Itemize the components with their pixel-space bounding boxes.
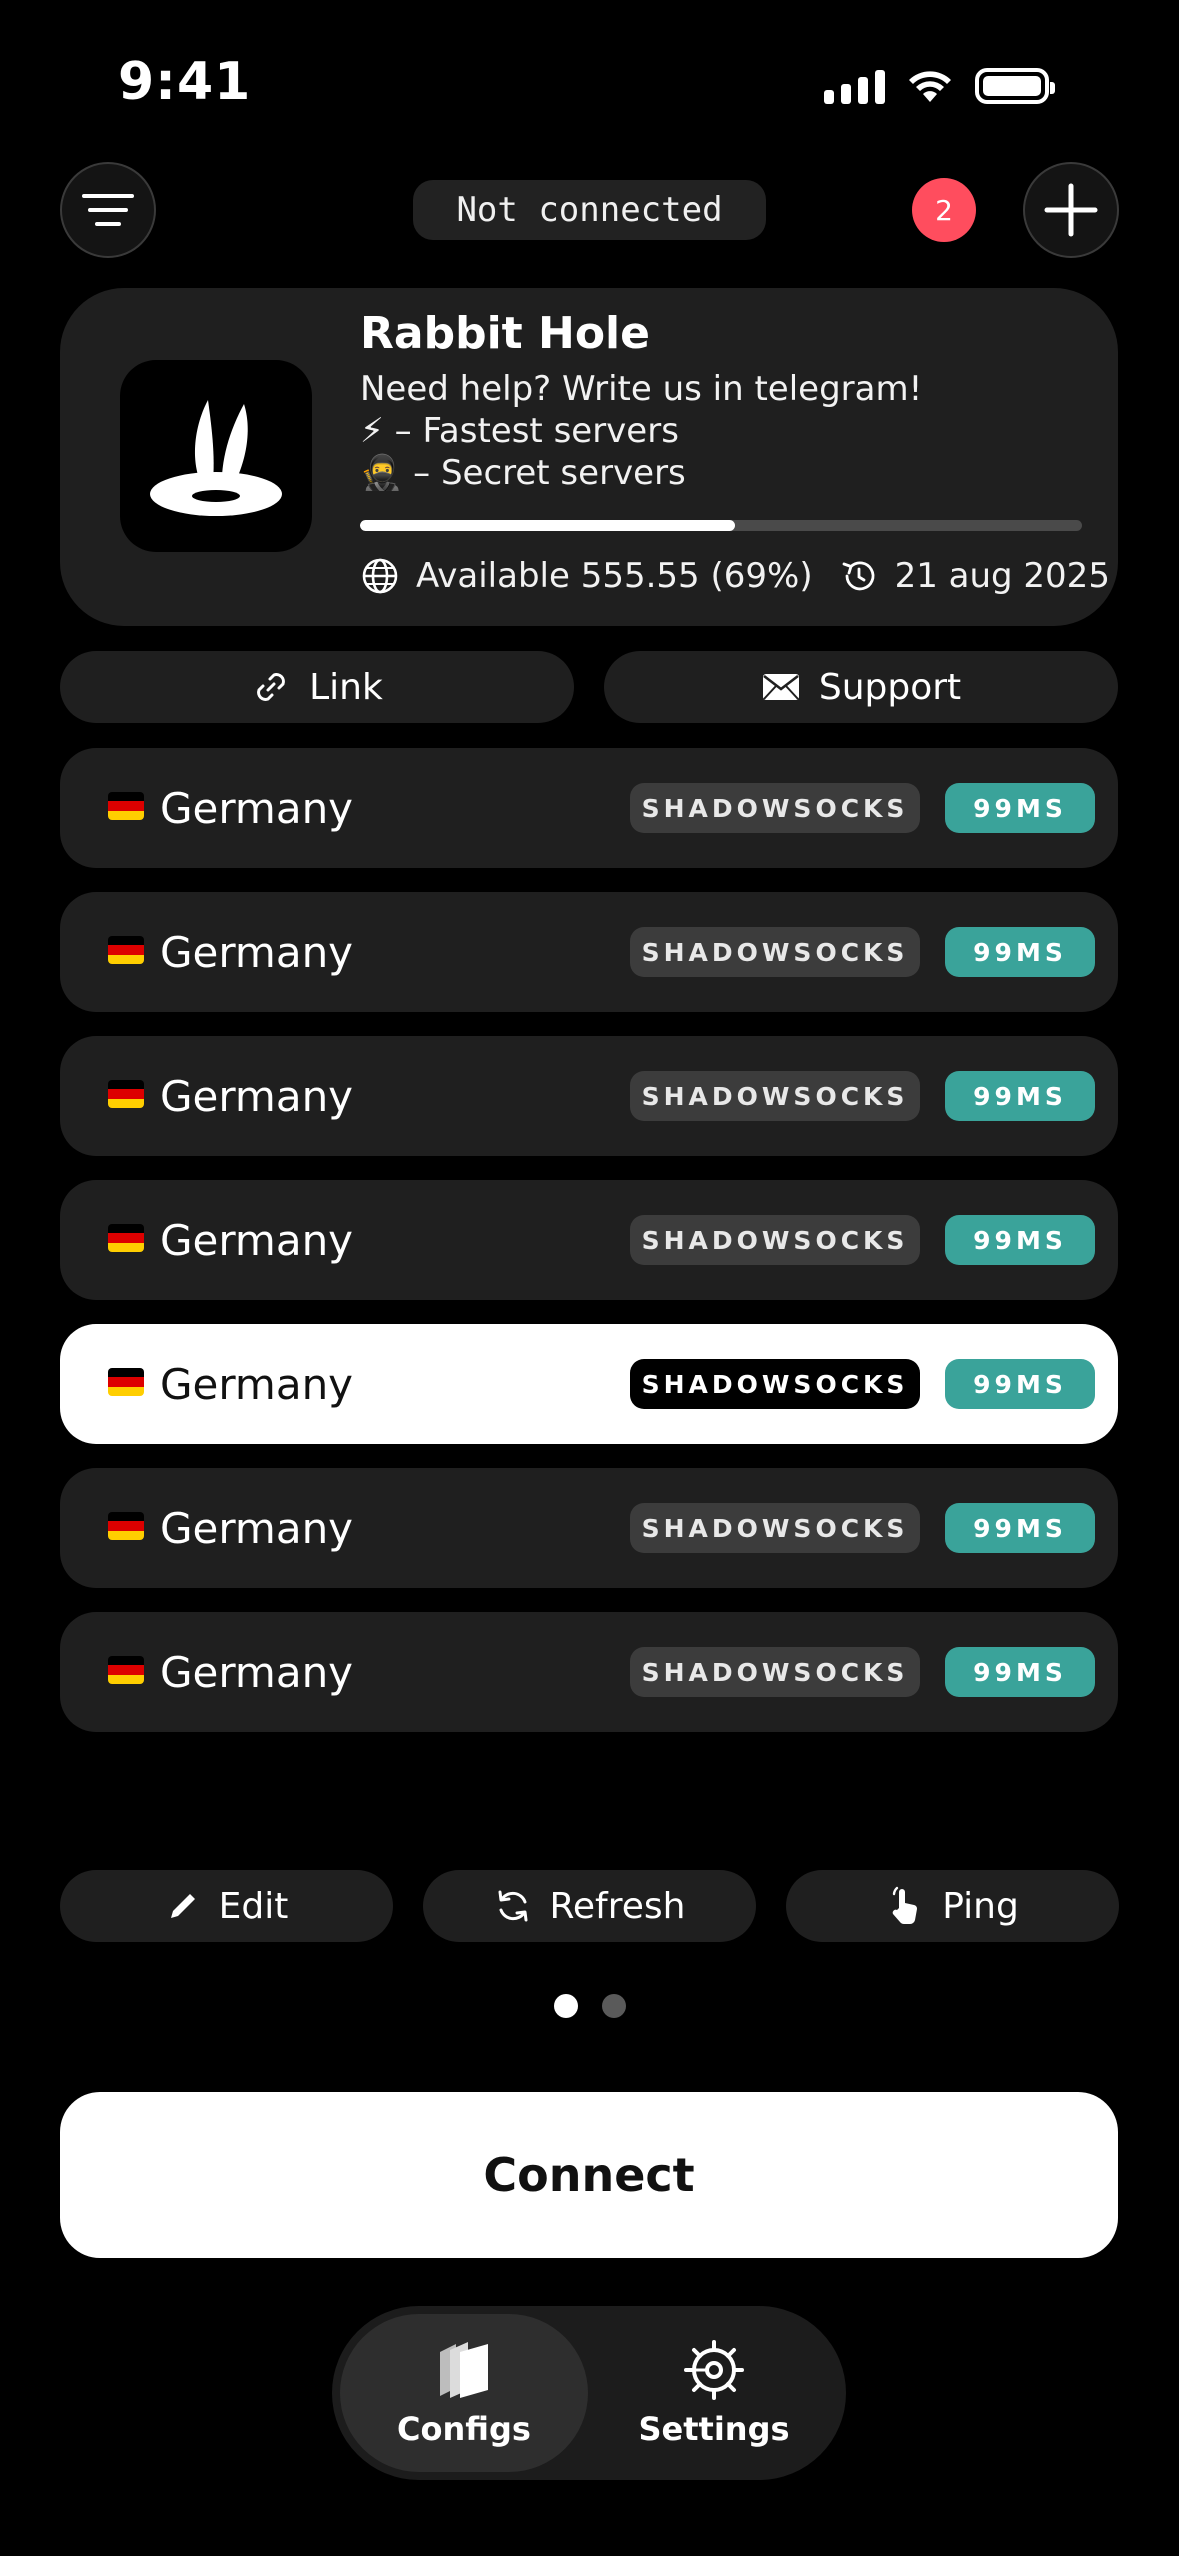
germany-flag-icon: [108, 1368, 144, 1396]
refresh-icon: [498, 1890, 528, 1922]
germany-flag-icon: [108, 1512, 144, 1540]
protocol-badge: SHADOWSOCKS: [630, 783, 920, 833]
connection-status: Not connected: [413, 180, 766, 240]
fastest-servers-line: ⚡ – Fastest servers: [360, 411, 679, 451]
available-traffic: Available 555.55 (69%): [416, 556, 813, 596]
edit-label: Edit: [218, 1885, 289, 1927]
tab-settings-label: Settings: [638, 2410, 790, 2448]
server-row[interactable]: Germany SHADOWSOCKS 99MS: [60, 1324, 1118, 1444]
support-button[interactable]: Support: [604, 651, 1118, 723]
link-button[interactable]: Link: [60, 651, 574, 723]
germany-flag-icon: [108, 1656, 144, 1684]
ping-badge: 99MS: [945, 1647, 1095, 1697]
server-name: Germany: [160, 1648, 354, 1697]
server-row[interactable]: Germany SHADOWSOCKS 99MS: [60, 1612, 1118, 1732]
notification-badge[interactable]: 2: [912, 178, 976, 242]
server-name: Germany: [160, 1072, 354, 1121]
server-row[interactable]: Germany SHADOWSOCKS 99MS: [60, 1468, 1118, 1588]
provider-description: Need help? Write us in telegram! ⚡ – Fas…: [360, 368, 922, 494]
filter-menu-button[interactable]: [60, 162, 156, 258]
server-name: Germany: [160, 1504, 354, 1553]
secret-servers-line: 🥷 – Secret servers: [360, 453, 686, 493]
protocol-badge: SHADOWSOCKS: [630, 1071, 920, 1121]
cellular-signal-icon: [824, 68, 885, 104]
ping-badge: 99MS: [945, 927, 1095, 977]
server-row[interactable]: Germany SHADOWSOCKS 99MS: [60, 1180, 1118, 1300]
refresh-button[interactable]: Refresh: [423, 1870, 756, 1942]
tab-settings[interactable]: Settings: [590, 2314, 838, 2472]
mail-icon: [762, 674, 799, 700]
link-icon: [257, 673, 286, 701]
page-indicator: [0, 1994, 1179, 2018]
ping-badge: 99MS: [945, 783, 1095, 833]
gear-icon: [684, 2340, 744, 2400]
protocol-badge: SHADOWSOCKS: [630, 1359, 920, 1409]
status-bar: 9:41: [0, 0, 1179, 170]
tab-configs-label: Configs: [397, 2410, 531, 2448]
provider-card: Rabbit Hole Need help? Write us in teleg…: [60, 288, 1118, 626]
germany-flag-icon: [108, 1080, 144, 1108]
plus-icon: [1044, 183, 1098, 237]
server-name: Germany: [160, 928, 354, 977]
battery-icon: [975, 68, 1055, 104]
ping-badge: 99MS: [945, 1071, 1095, 1121]
protocol-badge: SHADOWSOCKS: [630, 927, 920, 977]
germany-flag-icon: [108, 1224, 144, 1252]
ping-badge: 99MS: [945, 1503, 1095, 1553]
globe-icon: [360, 556, 400, 596]
usage-progress-fill: [360, 520, 736, 531]
support-label: Support: [818, 666, 962, 708]
ping-badge: 99MS: [945, 1359, 1095, 1409]
provider-name: Rabbit Hole: [360, 308, 650, 359]
protocol-badge: SHADOWSOCKS: [630, 1215, 920, 1265]
protocol-badge: SHADOWSOCKS: [630, 1503, 920, 1553]
server-name: Germany: [160, 1360, 354, 1409]
help-text[interactable]: Need help? Write us in telegram!: [360, 368, 922, 410]
server-row[interactable]: Germany SHADOWSOCKS 99MS: [60, 892, 1118, 1012]
germany-flag-icon: [108, 792, 144, 820]
history-icon: [839, 556, 879, 596]
pencil-icon: [170, 1894, 195, 1918]
status-icons: [824, 68, 1055, 104]
server-name: Germany: [160, 1216, 354, 1265]
usage-info: Available 555.55 (69%) 21 aug 2025: [360, 556, 1110, 596]
tap-hand-icon: [892, 1886, 918, 1925]
edit-button[interactable]: Edit: [60, 1870, 393, 1942]
link-label: Link: [309, 666, 383, 708]
rabbit-hole-logo-icon: [150, 400, 282, 516]
provider-logo: [120, 360, 312, 552]
protocol-badge: SHADOWSOCKS: [630, 1647, 920, 1697]
server-row[interactable]: Germany SHADOWSOCKS 99MS: [60, 748, 1118, 868]
page-dot-1[interactable]: [553, 1994, 578, 2018]
app-screen: 9:41 Not connected 2 Rabbit Hole Need he…: [0, 0, 1179, 2556]
status-time: 9:41: [118, 52, 252, 112]
ping-button[interactable]: Ping: [786, 1870, 1119, 1942]
ping-badge: 99MS: [945, 1215, 1095, 1265]
server-row[interactable]: Germany SHADOWSOCKS 99MS: [60, 1036, 1118, 1156]
ping-label: Ping: [942, 1885, 1019, 1927]
page-dot-2[interactable]: [601, 1994, 626, 2018]
connect-button[interactable]: Connect: [60, 2092, 1118, 2258]
usage-progress-bar: [360, 520, 1082, 531]
germany-flag-icon: [108, 936, 144, 964]
renew-date: 21 aug 2025: [894, 556, 1110, 596]
configs-stack-icon: [440, 2342, 488, 2398]
tab-configs[interactable]: Configs: [340, 2314, 588, 2472]
add-config-button[interactable]: [1023, 162, 1119, 258]
refresh-label: Refresh: [549, 1885, 686, 1927]
tab-bar: Configs Settings: [332, 2306, 846, 2480]
wifi-icon: [909, 71, 951, 102]
menu-icon: [82, 194, 134, 226]
server-name: Germany: [160, 784, 354, 833]
